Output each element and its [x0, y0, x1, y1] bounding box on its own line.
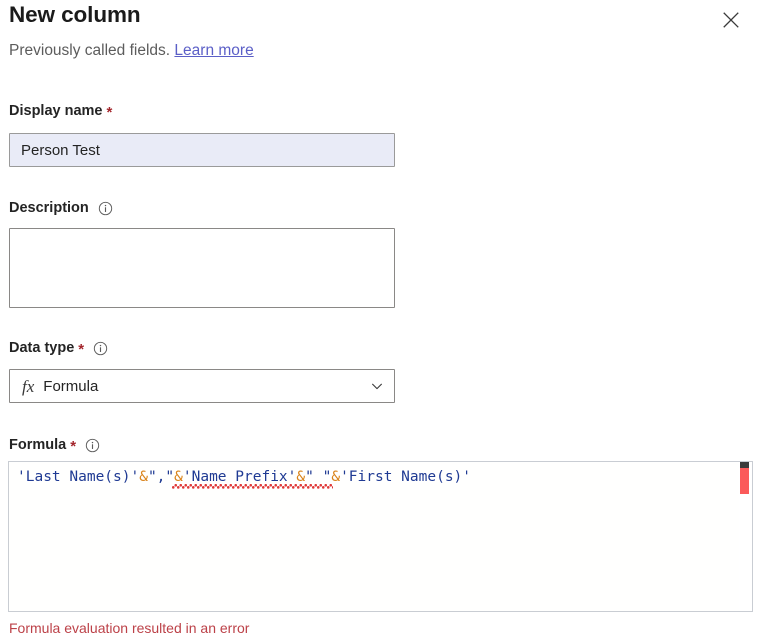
formula-token-3: &	[174, 469, 183, 485]
panel-header: New column Previously called fields. Lea…	[0, 0, 761, 80]
display-name-input[interactable]	[9, 133, 395, 167]
ruler-error-marker	[740, 468, 749, 494]
formula-editor[interactable]: 'Last Name(s)'&","&'Name Prefix'&" "&'Fi…	[8, 461, 741, 612]
description-label-text: Description	[9, 200, 89, 216]
formula-required-marker: *	[70, 437, 77, 455]
formula-error-message: Formula evaluation resulted in an error	[9, 620, 250, 636]
page-title: New column	[9, 2, 141, 27]
formula-label-text: Formula	[9, 437, 67, 453]
formula-token-1: &	[139, 469, 148, 485]
display-name-required-marker: *	[106, 103, 113, 121]
formula-token-8: 'First Name(s)'	[340, 469, 472, 485]
formula-token-6: " "	[305, 469, 332, 485]
close-icon	[722, 11, 740, 29]
fx-icon: fx	[22, 376, 35, 396]
info-icon[interactable]	[98, 201, 113, 216]
panel-subtitle-text: Previously called fields.	[9, 42, 171, 59]
data-type-required-marker: *	[78, 340, 85, 358]
formula-label: Formula *	[9, 437, 100, 455]
formula-token-2: ","	[147, 469, 175, 485]
panel-subtitle: Previously called fields. Learn more	[9, 42, 254, 60]
formula-token-5: &	[296, 469, 306, 485]
info-icon[interactable]	[93, 341, 108, 356]
formula-error-ruler[interactable]	[739, 461, 753, 612]
data-type-dropdown[interactable]: fx Formula	[9, 369, 395, 403]
display-name-label: Display name *	[9, 103, 113, 121]
formula-token-0: 'Last Name(s)'	[17, 469, 140, 485]
learn-more-link[interactable]: Learn more	[174, 42, 253, 59]
formula-token-7: &	[331, 469, 341, 485]
data-type-label-text: Data type	[9, 340, 75, 356]
chevron-down-icon	[370, 379, 384, 393]
formula-token-4: 'Name Prefix'	[182, 469, 297, 485]
data-type-selected-value: Formula	[43, 377, 99, 395]
info-icon[interactable]	[85, 438, 100, 453]
description-label: Description	[9, 200, 113, 216]
description-input[interactable]	[9, 228, 395, 308]
close-button[interactable]	[715, 4, 747, 36]
display-name-label-text: Display name	[9, 103, 103, 119]
data-type-label: Data type *	[9, 340, 108, 358]
formula-code-line: 'Last Name(s)'&","&'Name Prefix'&" "&'Fi…	[17, 468, 471, 487]
